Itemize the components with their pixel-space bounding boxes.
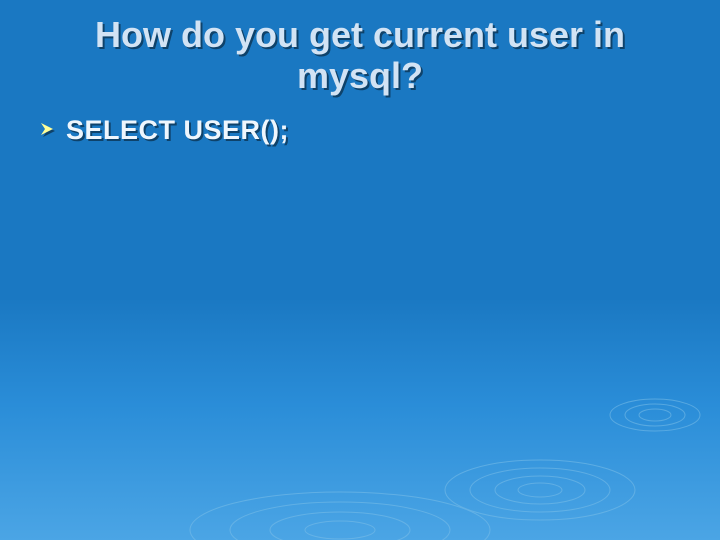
slide: How do you get current user in mysql? SE… <box>0 0 720 540</box>
bullet-text: SELECT USER(); <box>66 115 289 146</box>
slide-body: SELECT USER(); <box>0 97 720 146</box>
bullet-item: SELECT USER(); <box>38 115 682 146</box>
chevron-right-icon <box>38 115 56 143</box>
slide-title: How do you get current user in mysql? <box>0 0 720 97</box>
